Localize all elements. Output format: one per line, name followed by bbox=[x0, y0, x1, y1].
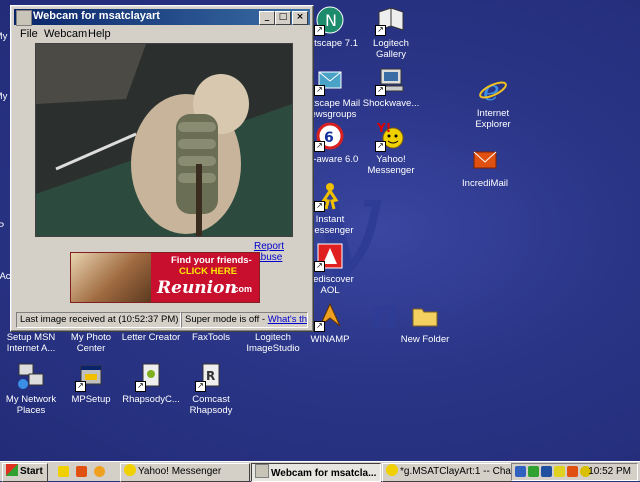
menu-file[interactable]: File bbox=[20, 28, 38, 40]
desktop-icon-yahoo[interactable]: Y! ↗ Yahoo! Messenger bbox=[356, 120, 426, 176]
svg-text:e: e bbox=[483, 74, 500, 106]
icon-label: Logitech ImageStudio bbox=[246, 332, 300, 354]
webcam-icon bbox=[255, 464, 269, 478]
menu-help[interactable]: Help bbox=[88, 28, 111, 40]
yahoo-icon: Y! ↗ bbox=[375, 120, 407, 152]
super-mode-text: Super mode is off - bbox=[185, 314, 268, 325]
system-tray: 10:52 PM bbox=[511, 463, 638, 481]
icon-label: Shockwave... bbox=[362, 98, 420, 109]
icon-label: FaxTools bbox=[191, 332, 230, 343]
tray-n-icon[interactable] bbox=[541, 466, 552, 477]
title-bar[interactable]: Webcam for msatclayart _ □ × bbox=[14, 9, 310, 26]
ad-line2: CLICK HERE bbox=[179, 266, 238, 277]
webcam-window[interactable]: Webcam for msatclayart _ □ × File Webcam… bbox=[10, 5, 314, 332]
taskbar-button-webcam[interactable]: Webcam for msatcla... bbox=[251, 463, 381, 482]
desktop-icon-new-folder[interactable]: New Folder bbox=[390, 300, 460, 345]
quicklaunch-media-icon[interactable] bbox=[94, 466, 105, 477]
rhapsody-icon: ↗ bbox=[135, 360, 167, 392]
icon-label: IncrediMail bbox=[462, 178, 508, 189]
ad-brand: Reunion bbox=[157, 278, 237, 298]
computer-icon: ↗ bbox=[375, 64, 407, 96]
reunion-ad-banner[interactable]: Find your friends- CLICK HERE Reunion .c… bbox=[70, 252, 260, 303]
minimize-button[interactable]: _ bbox=[259, 11, 275, 25]
status-last-image: Last image received at (10:52:37 PM) bbox=[16, 312, 181, 328]
svg-text:Y!: Y! bbox=[376, 121, 391, 135]
envelope-icon bbox=[469, 144, 501, 176]
status-last-image-text: Last image received at (10:52:37 PM) bbox=[20, 314, 179, 325]
ie-icon: e bbox=[477, 74, 509, 107]
taskbar-button-label: *g.MSATClayArt:1 -- Chat bbox=[400, 466, 512, 477]
icon-label: Internet Explorer bbox=[475, 108, 511, 130]
winamp-icon: ↗ bbox=[314, 300, 346, 332]
desktop-icon-logitech-gallery[interactable]: ↗ Logitech Gallery bbox=[356, 4, 426, 60]
ad-brand-suffix: .com bbox=[231, 284, 253, 294]
icon-label: New Folder bbox=[400, 334, 450, 345]
report-abuse-link[interactable]: Report Abuse bbox=[254, 241, 313, 263]
taskbar-button-yahoo[interactable]: Yahoo! Messenger bbox=[120, 463, 250, 482]
status-super-mode: Super mode is off - What's this? bbox=[181, 312, 308, 328]
close-button[interactable]: × bbox=[292, 11, 308, 25]
tray-incredimail-icon[interactable] bbox=[567, 466, 578, 477]
quicklaunch-yahoo-icon[interactable] bbox=[58, 466, 69, 477]
mail-icon: ↗ bbox=[314, 64, 346, 96]
setup-icon: ↗ bbox=[75, 360, 107, 392]
yahoo-icon bbox=[124, 464, 136, 476]
desktop-icon-faxtools[interactable]: FaxTools bbox=[176, 332, 246, 343]
network-icon bbox=[15, 360, 47, 392]
desktop-icon-logitech-studio[interactable]: Logitech ImageStudio bbox=[238, 332, 308, 354]
tray-network-icon[interactable] bbox=[515, 466, 526, 477]
tray-yahoo-icon[interactable] bbox=[554, 466, 565, 477]
desktop-icon-ie[interactable]: e Internet Explorer bbox=[458, 74, 528, 130]
chat-icon bbox=[386, 464, 398, 476]
start-button[interactable]: Start bbox=[2, 463, 48, 482]
taskbar: Start Yahoo! Messenger Webcam for msatcl… bbox=[0, 461, 640, 482]
window-title: Webcam for msatclayart bbox=[33, 10, 160, 22]
svg-text:6: 6 bbox=[324, 130, 334, 146]
quicklaunch-incredimail-icon[interactable] bbox=[76, 466, 87, 477]
comcast-icon: R ↗ bbox=[195, 360, 227, 392]
taskbar-button-label: Webcam for msatcla... bbox=[271, 468, 377, 479]
desktop-icon-incredimail[interactable]: IncrediMail bbox=[450, 144, 520, 189]
aol-icon: ↗ bbox=[314, 240, 346, 272]
adaware-icon: 6 ↗ bbox=[314, 120, 346, 152]
svg-text:N: N bbox=[325, 11, 337, 30]
desktop-icon-shockwave[interactable]: ↗ Shockwave... bbox=[356, 64, 426, 109]
taskbar-button-chat[interactable]: *g.MSATClayArt:1 -- Chat bbox=[382, 463, 512, 482]
webcam-app-icon bbox=[16, 10, 32, 26]
aim-icon: ↗ bbox=[314, 180, 346, 212]
icon-label: Comcast Rhapsody bbox=[189, 394, 233, 416]
clock[interactable]: 10:52 PM bbox=[588, 466, 631, 477]
whats-this-link[interactable]: What's this? bbox=[268, 314, 307, 325]
windows-logo-icon bbox=[6, 464, 18, 476]
ad-photo bbox=[71, 253, 151, 302]
ad-line1: Find your friends- bbox=[171, 255, 252, 266]
webcam-video-feed bbox=[35, 43, 293, 237]
svg-text:R: R bbox=[206, 369, 215, 383]
gallery-book-icon: ↗ bbox=[375, 4, 407, 36]
icon-label: Logitech Gallery bbox=[373, 38, 409, 60]
maximize-button[interactable]: □ bbox=[275, 11, 291, 25]
folder-icon bbox=[409, 300, 441, 332]
start-label: Start bbox=[20, 466, 43, 477]
taskbar-button-label: Yahoo! Messenger bbox=[138, 466, 222, 477]
menu-bar: File Webcam Help bbox=[14, 26, 310, 42]
menu-webcam[interactable]: Webcam bbox=[44, 28, 87, 40]
icon-label: Yahoo! Messenger bbox=[367, 154, 415, 176]
tray-security-icon[interactable] bbox=[528, 466, 539, 477]
desktop-icon-comcast[interactable]: R ↗ Comcast Rhapsody bbox=[176, 360, 246, 416]
netscape-icon: N ↗ bbox=[314, 4, 346, 36]
